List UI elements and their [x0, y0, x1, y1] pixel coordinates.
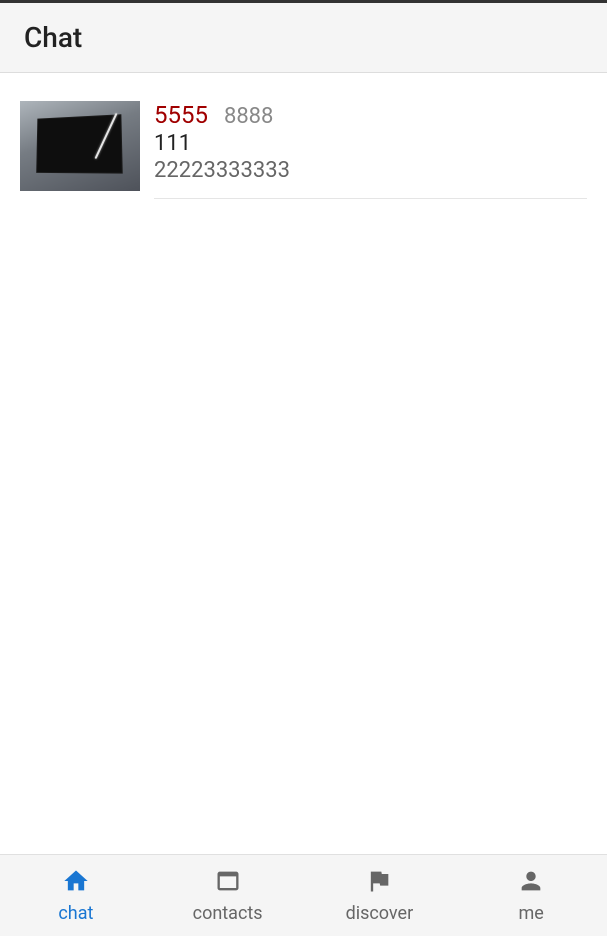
nav-label-me: me	[518, 903, 543, 924]
content-area: 5555 8888 111 22223333333	[0, 73, 607, 854]
header: Chat	[0, 3, 607, 73]
chat-thumbnail	[20, 101, 140, 191]
nav-label-discover: discover	[346, 903, 414, 924]
nav-tab-chat[interactable]: chat	[0, 855, 152, 936]
chat-line-2: 111	[154, 131, 587, 156]
person-icon	[517, 867, 545, 895]
flag-icon	[365, 867, 393, 895]
chat-line-3: 22223333333	[154, 158, 587, 183]
chat-info: 5555 8888 111 22223333333	[154, 101, 587, 199]
window-icon	[214, 867, 242, 895]
nav-tab-contacts[interactable]: contacts	[152, 855, 304, 936]
home-icon	[62, 867, 90, 895]
chat-row-primary: 5555 8888	[154, 101, 587, 129]
bottom-nav: chat contacts discover me	[0, 854, 607, 936]
chat-list-item[interactable]: 5555 8888 111 22223333333	[20, 101, 587, 199]
nav-label-chat: chat	[58, 903, 93, 924]
page-title: Chat	[24, 21, 583, 54]
chat-value-secondary: 8888	[224, 104, 273, 129]
nav-tab-me[interactable]: me	[455, 855, 607, 936]
nav-label-contacts: contacts	[193, 903, 263, 924]
nav-tab-discover[interactable]: discover	[304, 855, 456, 936]
chat-value-primary: 5555	[154, 101, 208, 129]
